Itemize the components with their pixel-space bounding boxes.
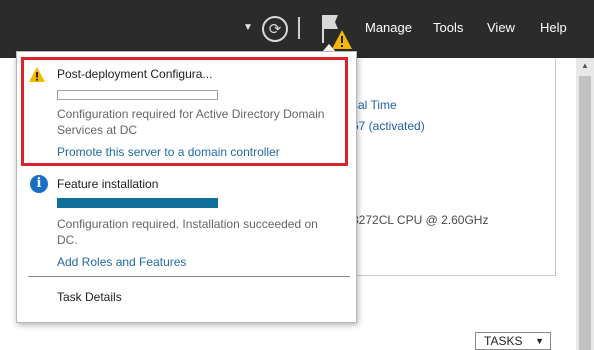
- dropdown-caret-icon[interactable]: ▼: [242, 22, 254, 34]
- notification-progress-bar: [57, 90, 218, 100]
- notification-description: Configuration required. Installation suc…: [57, 217, 318, 247]
- tasks-label: TASKS: [484, 334, 523, 348]
- processor-value: 8272CL CPU @ 2.60GHz: [352, 213, 489, 227]
- notification-title: Post-deployment Configura...: [57, 67, 213, 81]
- scroll-thumb[interactable]: [579, 76, 591, 350]
- time-zone-link[interactable]: sal Time: [352, 98, 397, 112]
- menu-help[interactable]: Help: [540, 20, 567, 35]
- menu-manage[interactable]: Manage: [365, 20, 412, 35]
- progress-fill: [58, 199, 217, 207]
- top-toolbar: ▼ ⟳ Manage Tools View Help: [0, 0, 594, 58]
- chevron-down-icon: ▼: [535, 336, 544, 346]
- refresh-icon[interactable]: ⟳: [262, 16, 288, 42]
- popup-divider: [28, 276, 350, 277]
- task-details-link[interactable]: Task Details: [57, 290, 122, 304]
- warning-icon: [28, 66, 46, 84]
- product-id-link[interactable]: 67 (activated): [352, 119, 425, 133]
- toolbar-separator: [298, 17, 300, 39]
- info-icon: i: [30, 175, 48, 193]
- tasks-dropdown-button[interactable]: TASKS ▼: [475, 332, 551, 350]
- promote-domain-controller-link[interactable]: Promote this server to a domain controll…: [57, 145, 280, 159]
- scroll-up-icon[interactable]: ▲: [576, 58, 594, 74]
- add-roles-and-features-link[interactable]: Add Roles and Features: [57, 255, 186, 269]
- notification-progress-bar: [57, 198, 218, 208]
- notification-title: Feature installation: [57, 177, 159, 191]
- menu-tools[interactable]: Tools: [433, 20, 463, 35]
- properties-box-border: [338, 58, 556, 276]
- vertical-scrollbar[interactable]: ▲: [576, 58, 594, 350]
- menu-view[interactable]: View: [487, 20, 515, 35]
- notification-description: Configuration required for Active Direct…: [57, 107, 325, 137]
